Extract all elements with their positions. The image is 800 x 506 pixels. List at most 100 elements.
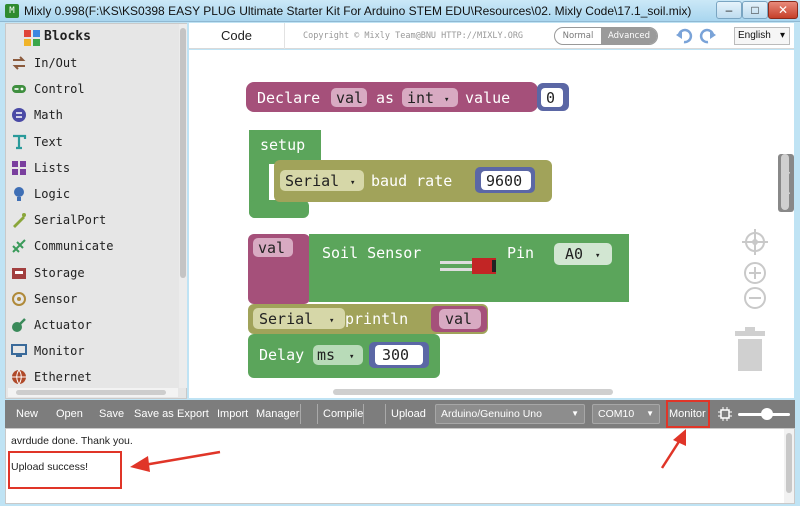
- sidebar-item-ethernet[interactable]: Ethernet: [6, 366, 178, 390]
- toolbar-divider: [385, 404, 386, 424]
- recenter-icon[interactable]: [742, 229, 768, 255]
- delay-unit-dropdown[interactable]: ms: [317, 346, 335, 364]
- delay-block[interactable]: Delay ms ▾ 300: [248, 334, 440, 378]
- puzzle-icon: [24, 30, 40, 46]
- soil-sensor-label: Soil Sensor: [322, 244, 421, 262]
- monitor-icon: [11, 344, 27, 358]
- mode-toggle[interactable]: Normal Advanced: [554, 27, 658, 45]
- chevron-down-icon[interactable]: ▾: [444, 95, 449, 105]
- mixly-logo-icon: M: [5, 4, 19, 18]
- sidebar-item-communicate[interactable]: Communicate: [6, 235, 178, 259]
- sidebar-scroll-thumb[interactable]: [180, 28, 186, 278]
- window-title: Mixly 0.998(F:\KS\KS0398 EASY PLUG Ultim…: [24, 4, 692, 18]
- minimize-button[interactable]: –: [716, 1, 742, 19]
- chevron-down-icon: ▾: [779, 30, 785, 41]
- declare-value-input[interactable]: 0: [546, 89, 555, 107]
- sidebar-horizontal-thumb[interactable]: [16, 390, 166, 395]
- port-value: COM10: [598, 408, 635, 420]
- maximize-button[interactable]: □: [742, 1, 768, 19]
- upload-success-highlight-box: [8, 451, 122, 489]
- blocks-workspace[interactable]: Declare val as int ▾ value 0 setup Seria…: [189, 50, 794, 398]
- setup-label: setup: [260, 136, 305, 154]
- undo-icon[interactable]: [675, 27, 693, 45]
- chevron-down-icon[interactable]: ▾: [595, 251, 600, 261]
- chip-icon[interactable]: [718, 407, 732, 421]
- open-button[interactable]: Open: [56, 400, 83, 428]
- new-button[interactable]: New: [16, 400, 38, 428]
- actuator-icon: [12, 318, 26, 332]
- sidebar-item-lists[interactable]: Lists: [6, 157, 178, 181]
- println-serial-dropdown[interactable]: Serial: [259, 310, 313, 328]
- upload-button[interactable]: Upload: [391, 400, 426, 428]
- chevron-down-icon[interactable]: ▾: [349, 352, 354, 362]
- sidebar-item-text[interactable]: Text: [6, 131, 178, 155]
- setup-block[interactable]: setup Serial ▾ baud rate 9600: [249, 130, 552, 218]
- sidebar-item-label: Text: [34, 134, 63, 149]
- import-button[interactable]: Import: [217, 400, 248, 428]
- chevron-down-icon[interactable]: ▾: [329, 316, 334, 326]
- sidebar-item-logic[interactable]: Logic: [6, 183, 178, 207]
- compile-button[interactable]: Compile: [323, 400, 363, 428]
- pin-label: Pin: [507, 244, 534, 262]
- zoom-slider-handle[interactable]: [761, 408, 773, 420]
- manager-button[interactable]: Manager: [256, 400, 299, 428]
- sidebar-item-actuator[interactable]: Actuator: [6, 314, 178, 338]
- bulb-icon: [14, 187, 24, 201]
- language-select[interactable]: English ▾: [734, 27, 790, 45]
- console-scrollbar[interactable]: [784, 429, 794, 503]
- zoom-out-icon[interactable]: [744, 287, 766, 309]
- chevron-down-icon[interactable]: ▾: [350, 178, 355, 188]
- globe-icon: [12, 370, 26, 385]
- soil-sensor-block[interactable]: val Soil Sensor Pin A0 ▾: [248, 234, 629, 304]
- sidebar-item-sensor[interactable]: Sensor: [6, 288, 178, 312]
- board-value: Arduino/Genuino Uno: [441, 408, 542, 420]
- copyright-text: Copyright © Mixly Team@BNU HTTP://MIXLY.…: [303, 31, 524, 41]
- sidebar-item-control[interactable]: Control: [6, 78, 178, 102]
- sensor-icon: [12, 291, 26, 306]
- mode-normal-option[interactable]: Normal: [555, 28, 601, 44]
- console-scroll-thumb[interactable]: [786, 433, 792, 493]
- baud-rate-label: baud rate: [371, 172, 452, 190]
- chevron-down-icon: ▼: [646, 409, 654, 418]
- save-button[interactable]: Save: [99, 400, 124, 428]
- sidebar-scrollbar[interactable]: [179, 24, 187, 388]
- declare-type-dropdown[interactable]: int: [407, 89, 434, 107]
- sidebar-item-label: In/Out: [34, 56, 78, 70]
- close-button[interactable]: ✕: [768, 1, 798, 19]
- println-arg[interactable]: val: [445, 310, 472, 328]
- sidebar-item-label: Sensor: [34, 291, 78, 306]
- gamepad-icon: [12, 85, 26, 94]
- save-as-button[interactable]: Save as: [134, 400, 174, 428]
- sidebar-horizontal-scrollbar[interactable]: [8, 388, 178, 397]
- baud-rate-input[interactable]: 9600: [486, 172, 522, 190]
- pin-dropdown[interactable]: A0: [565, 245, 583, 263]
- serial-println-block[interactable]: Serial ▾ println val: [248, 304, 488, 334]
- board-select[interactable]: Arduino/Genuino Uno ▼: [435, 404, 585, 424]
- sidebar-item-label: Control: [34, 82, 85, 97]
- sidebar-item-storage[interactable]: Storage: [6, 262, 178, 286]
- trash-icon[interactable]: [735, 327, 765, 371]
- zoom-in-icon[interactable]: [744, 262, 766, 284]
- redo-icon[interactable]: [699, 27, 717, 45]
- workspace-horizontal-scrollbar[interactable]: [333, 389, 613, 395]
- serial-icon: [13, 213, 26, 229]
- setup-serial-dropdown[interactable]: Serial: [285, 172, 339, 190]
- delay-value-input[interactable]: 300: [382, 346, 409, 364]
- declare-var-name[interactable]: val: [336, 89, 363, 107]
- blocks-title: Blocks: [44, 29, 91, 44]
- export-button[interactable]: Export: [177, 400, 209, 428]
- workspace-vertical-scrollbar[interactable]: [781, 154, 789, 210]
- tab-code[interactable]: Code: [189, 23, 285, 49]
- storage-icon: [12, 267, 26, 279]
- sidebar-item-in-out[interactable]: In/Out: [6, 52, 178, 76]
- mode-advanced-option[interactable]: Advanced: [601, 28, 657, 44]
- declare-block[interactable]: Declare val as int ▾ value 0: [246, 82, 569, 112]
- toolbar-divider: [317, 404, 318, 424]
- sidebar-item-label: Logic: [34, 187, 71, 201]
- sidebar-item-serialport[interactable]: SerialPort: [6, 209, 178, 233]
- sidebar-item-math[interactable]: Math: [6, 104, 178, 128]
- sidebar-item-monitor[interactable]: Monitor: [6, 340, 178, 364]
- math-icon: [12, 108, 26, 123]
- port-select[interactable]: COM10 ▼: [592, 404, 660, 424]
- sensor-var-name[interactable]: val: [258, 239, 285, 257]
